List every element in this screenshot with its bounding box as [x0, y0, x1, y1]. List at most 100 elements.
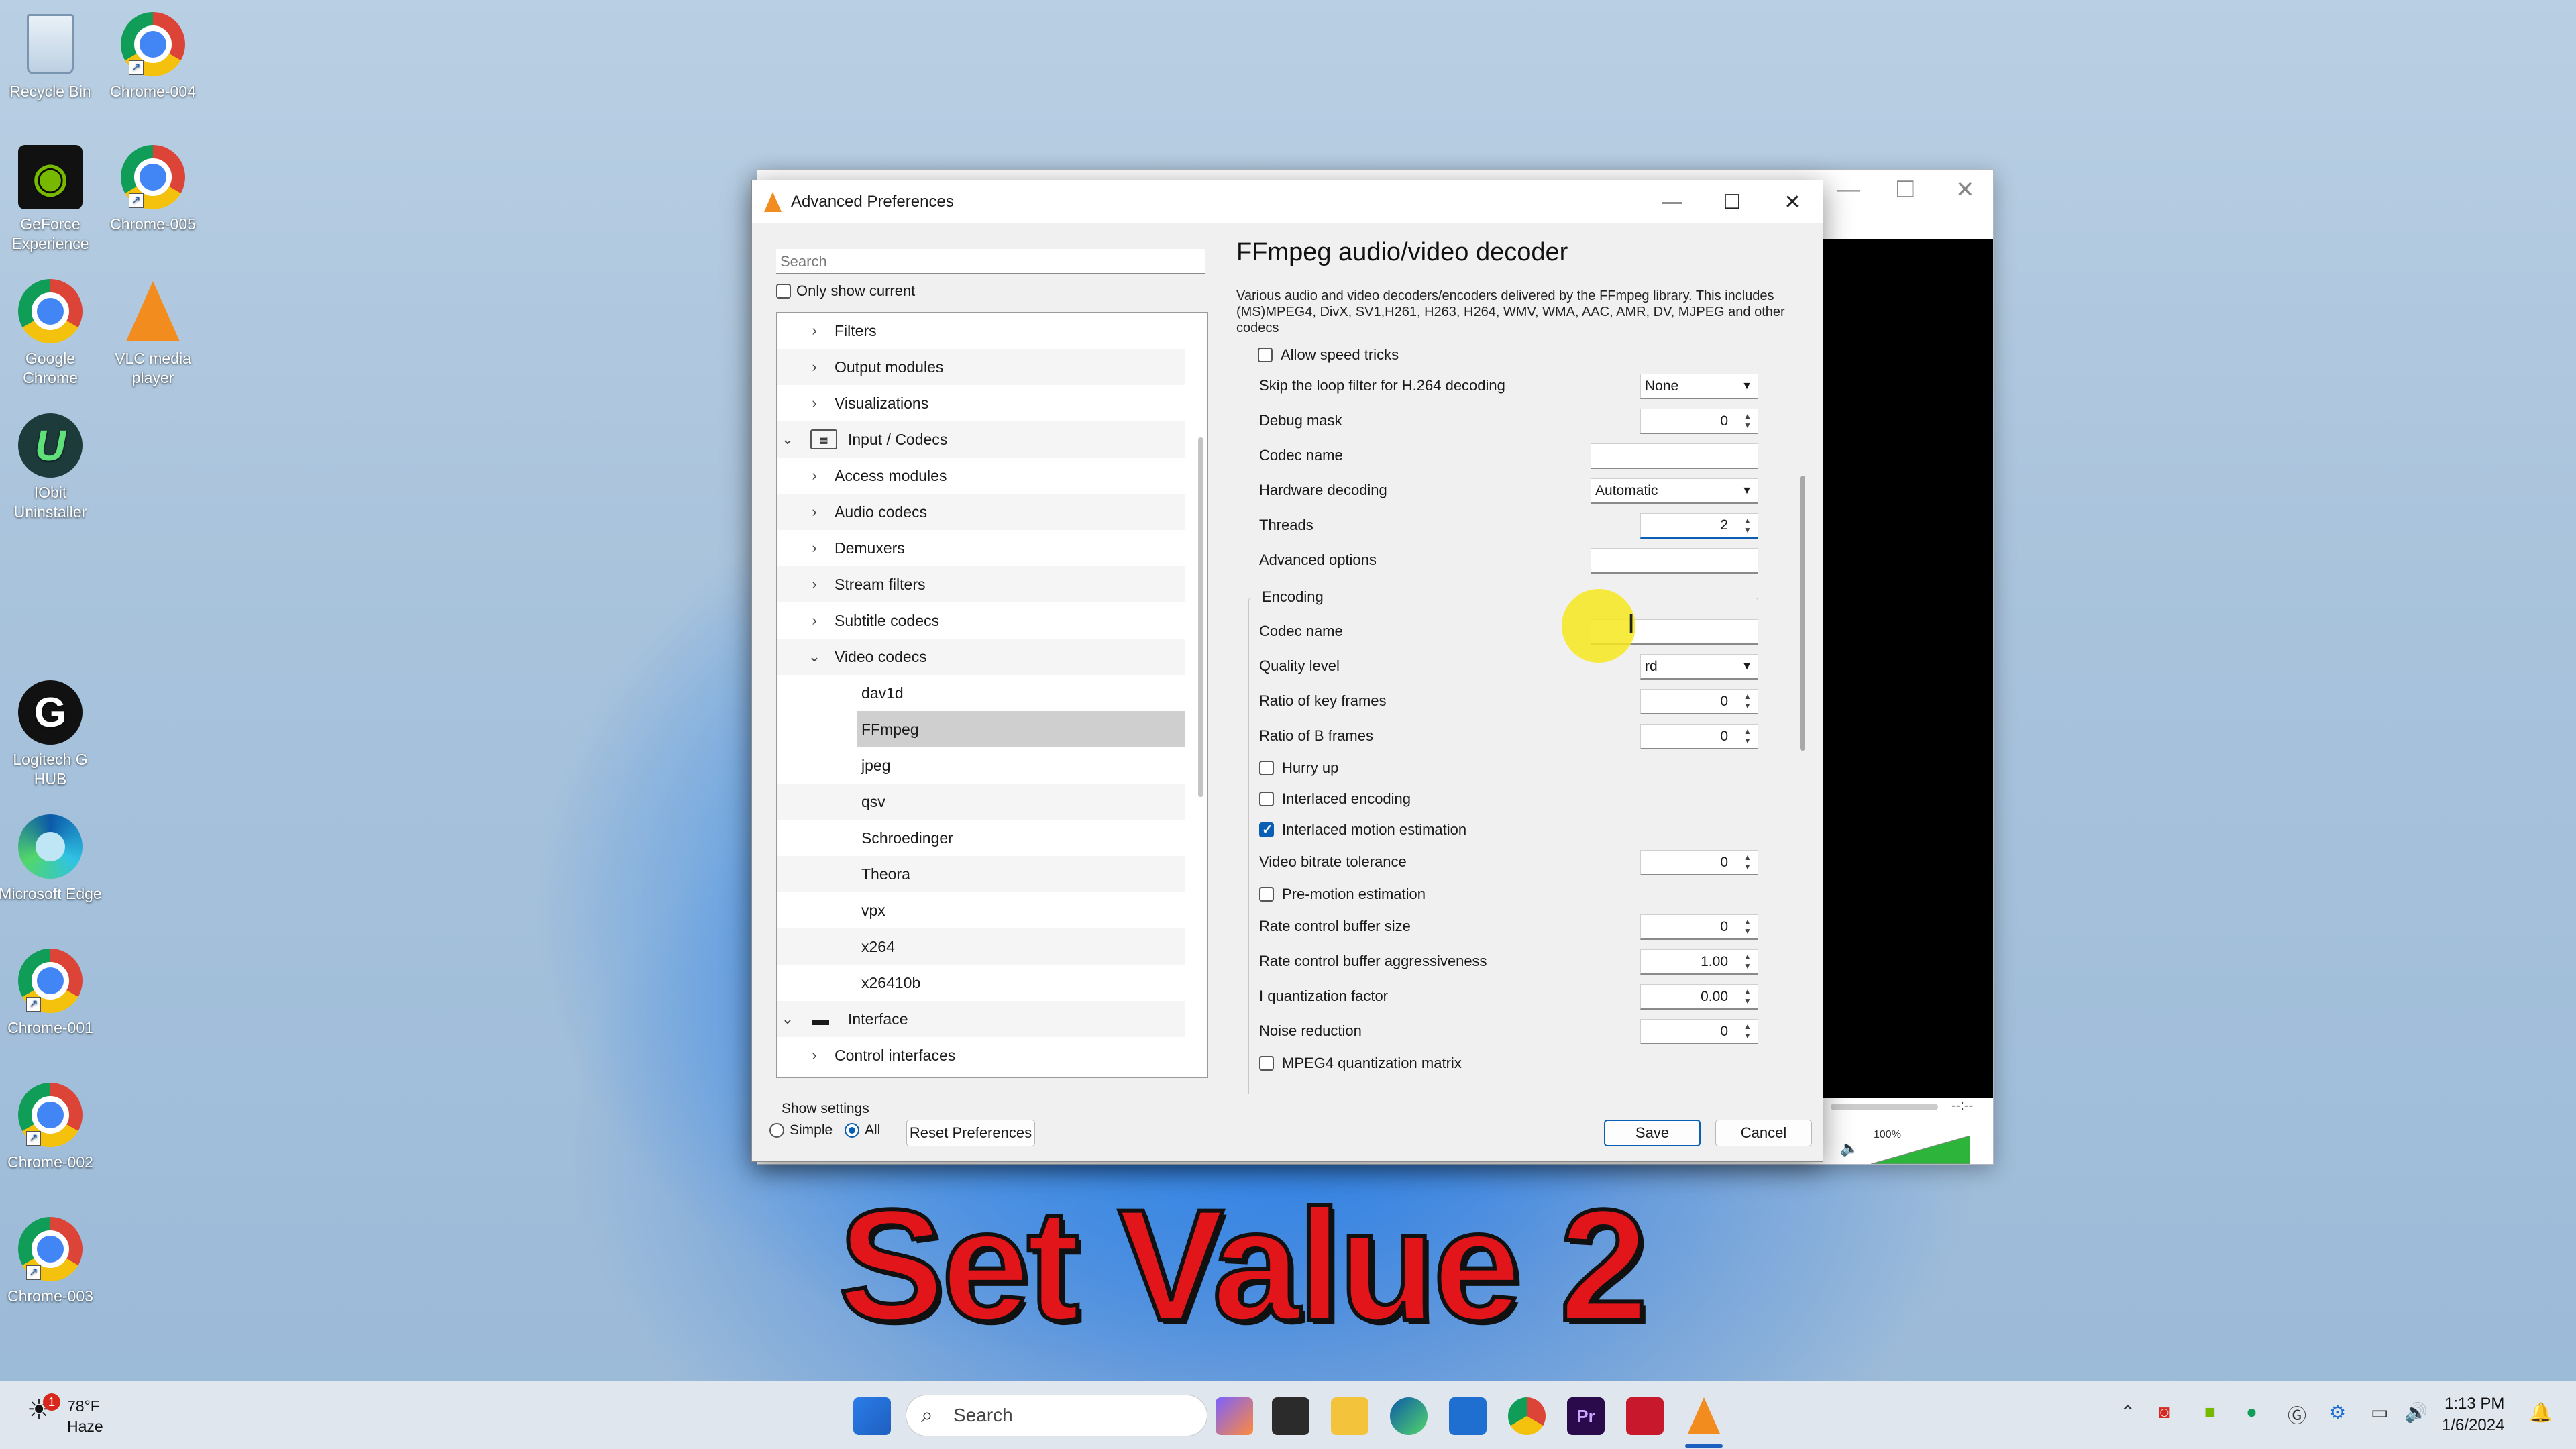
recorder-icon[interactable]: [1626, 1397, 1664, 1435]
checkbox-box[interactable]: [1259, 887, 1274, 902]
rc-buffer-aggr-input[interactable]: 1.00 ▲ ▼: [1640, 949, 1758, 975]
tree-item-dav1d[interactable]: dav1d: [777, 675, 1185, 711]
spinner-icon[interactable]: ▲ ▼: [1740, 1022, 1755, 1042]
hurry-up-checkbox[interactable]: Hurry up: [1259, 751, 1769, 786]
reset-preferences-button[interactable]: Reset Preferences: [906, 1120, 1035, 1146]
chevron-down-icon[interactable]: ⌄: [781, 1010, 794, 1028]
radio-button-selected[interactable]: [845, 1123, 859, 1138]
minimize-button[interactable]: —: [1642, 180, 1702, 223]
chevron-down-icon[interactable]: ⌄: [808, 648, 821, 665]
noise-reduction-input[interactable]: 0 ▲ ▼: [1640, 1019, 1758, 1044]
i-quant-factor-input[interactable]: 0.00 ▲ ▼: [1640, 984, 1758, 1010]
skip-loop-filter-select[interactable]: None ▼: [1640, 374, 1758, 399]
tree-scrollbar[interactable]: [1198, 437, 1203, 797]
desktop-icon-chrome-002[interactable]: ↗ Chrome-002: [0, 1081, 104, 1172]
tree-item-x26410b[interactable]: x26410b: [777, 965, 1185, 1001]
rc-buffer-size-input[interactable]: 0 ▲ ▼: [1640, 914, 1758, 940]
edge-icon[interactable]: [1390, 1397, 1428, 1435]
spinner-icon[interactable]: ▲ ▼: [1740, 727, 1755, 747]
advanced-options-input[interactable]: [1591, 548, 1758, 574]
nvidia-tray-icon[interactable]: ■: [2204, 1401, 2216, 1423]
interlaced-encoding-checkbox[interactable]: Interlaced encoding: [1259, 782, 1769, 816]
tree-item-qsv[interactable]: qsv: [777, 784, 1185, 820]
tree-item-output-modules[interactable]: › Output modules: [777, 349, 1185, 385]
chevron-right-icon[interactable]: ›: [808, 576, 821, 593]
interlaced-motion-checkbox[interactable]: Interlaced motion estimation: [1259, 812, 1769, 847]
spinner-icon[interactable]: ▲ ▼: [1740, 853, 1755, 873]
desktop-icon-recycle-bin[interactable]: Recycle Bin: [0, 11, 104, 101]
simple-radio[interactable]: Simple: [769, 1122, 833, 1138]
tree-item-demuxers[interactable]: › Demuxers: [777, 530, 1185, 566]
tree-item-control-interfaces[interactable]: › Control interfaces: [777, 1037, 1185, 1073]
maximize-icon[interactable]: ☐: [1895, 176, 1915, 203]
start-icon[interactable]: [853, 1397, 891, 1435]
tree-item-input-codecs[interactable]: ⌄ ▦ Input / Codecs: [777, 421, 1185, 458]
desktop-icon-chrome-005[interactable]: ↗ Chrome-005: [99, 144, 207, 234]
search-input[interactable]: Search: [776, 249, 1205, 274]
premiere-icon[interactable]: Pr: [1567, 1397, 1605, 1435]
cancel-button[interactable]: Cancel: [1715, 1120, 1812, 1146]
only-show-current-checkbox[interactable]: Only show current: [776, 282, 915, 300]
checkbox-box[interactable]: [1259, 761, 1274, 775]
quality-level-select[interactable]: rd ▼: [1640, 654, 1758, 680]
desktop-icon-logitech[interactable]: G Logitech G HUB: [0, 679, 104, 789]
hardware-decoding-select[interactable]: Automatic ▼: [1591, 478, 1758, 504]
checkbox-box[interactable]: [776, 284, 791, 299]
tree-item-video-codecs[interactable]: ⌄ Video codecs: [777, 639, 1185, 675]
taskbar-search[interactable]: ⌕ Search: [906, 1395, 1208, 1436]
file-explorer-icon[interactable]: [1331, 1397, 1368, 1435]
tree-item-interface[interactable]: ⌄ ▬ Interface: [777, 1001, 1185, 1037]
desktop-icon-chrome-001[interactable]: ↗ Chrome-001: [0, 947, 104, 1038]
tree-item-access-modules[interactable]: › Access modules: [777, 458, 1185, 494]
chevron-right-icon[interactable]: ›: [808, 503, 821, 521]
copilot-icon[interactable]: [1216, 1397, 1253, 1435]
weather-widget[interactable]: ☀ 1 78°F Haze: [27, 1393, 103, 1436]
tree-item-jpeg[interactable]: jpeg: [777, 747, 1185, 784]
tree-item-schroedinger[interactable]: Schroedinger: [777, 820, 1185, 856]
tray-app-icon[interactable]: ◙: [2159, 1401, 2170, 1423]
tree-item-filters[interactable]: › Filters: [777, 313, 1185, 349]
threads-input[interactable]: 2 ▲ ▼: [1640, 513, 1758, 539]
tree-item-vpx[interactable]: vpx: [777, 892, 1185, 928]
chevron-right-icon[interactable]: ›: [808, 612, 821, 629]
save-button[interactable]: Save: [1604, 1120, 1701, 1146]
checkbox-box[interactable]: [1259, 1056, 1274, 1071]
close-icon[interactable]: ✕: [1955, 176, 1975, 203]
volume-icon[interactable]: 🔊: [2404, 1401, 2428, 1424]
tree-item-theora[interactable]: Theora: [777, 856, 1185, 892]
tree-item-audio-codecs[interactable]: › Audio codecs: [777, 494, 1185, 530]
chevron-right-icon[interactable]: ›: [808, 322, 821, 339]
tree-item-stream-filters[interactable]: › Stream filters: [777, 566, 1185, 602]
radio-button[interactable]: [769, 1123, 784, 1138]
spinner-icon[interactable]: ▲ ▼: [1740, 516, 1755, 536]
clock[interactable]: 1:13 PM 1/6/2024: [2442, 1393, 2504, 1436]
chevron-right-icon[interactable]: ›: [808, 467, 821, 484]
settings-scrollbar[interactable]: [1800, 476, 1805, 751]
spinner-icon[interactable]: ▲ ▼: [1740, 917, 1755, 937]
ratio-b-frames-input[interactable]: 0 ▲ ▼: [1640, 724, 1758, 749]
all-radio[interactable]: All: [845, 1122, 880, 1138]
chrome-tray-icon[interactable]: ●: [2246, 1401, 2257, 1423]
display-icon[interactable]: ▭: [2371, 1401, 2388, 1424]
notification-bell-icon[interactable]: 🔔: [2529, 1401, 2553, 1424]
spinner-icon[interactable]: ▲ ▼: [1740, 987, 1755, 1007]
desktop-icon-chrome-003[interactable]: ↗ Chrome-003: [0, 1216, 104, 1306]
chevron-right-icon[interactable]: ›: [808, 539, 821, 557]
tree-item-subtitle-codecs[interactable]: › Subtitle codecs: [777, 602, 1185, 639]
seek-bar[interactable]: [1831, 1104, 1938, 1110]
desktop-icon-geforce[interactable]: ◉ GeForce Experience: [0, 144, 104, 254]
desktop-icon-vlc[interactable]: VLC media player: [99, 278, 207, 388]
minimize-icon[interactable]: —: [1837, 176, 1860, 203]
desktop-icon-edge[interactable]: Microsoft Edge: [0, 813, 104, 904]
checkbox-checked-icon[interactable]: [1259, 821, 1274, 838]
maximize-button[interactable]: ☐: [1702, 180, 1762, 223]
spinner-icon[interactable]: ▲ ▼: [1740, 952, 1755, 972]
task-view-icon[interactable]: [1272, 1397, 1309, 1435]
codec-name-input[interactable]: [1591, 443, 1758, 469]
video-bitrate-tolerance-input[interactable]: 0 ▲ ▼: [1640, 850, 1758, 875]
spinner-icon[interactable]: ▲ ▼: [1740, 692, 1755, 712]
logitech-tray-icon[interactable]: Ⓖ: [2288, 1401, 2306, 1428]
store-icon[interactable]: [1449, 1397, 1487, 1435]
pre-motion-checkbox[interactable]: Pre-motion estimation: [1259, 877, 1769, 912]
chevron-right-icon[interactable]: ›: [808, 358, 821, 376]
